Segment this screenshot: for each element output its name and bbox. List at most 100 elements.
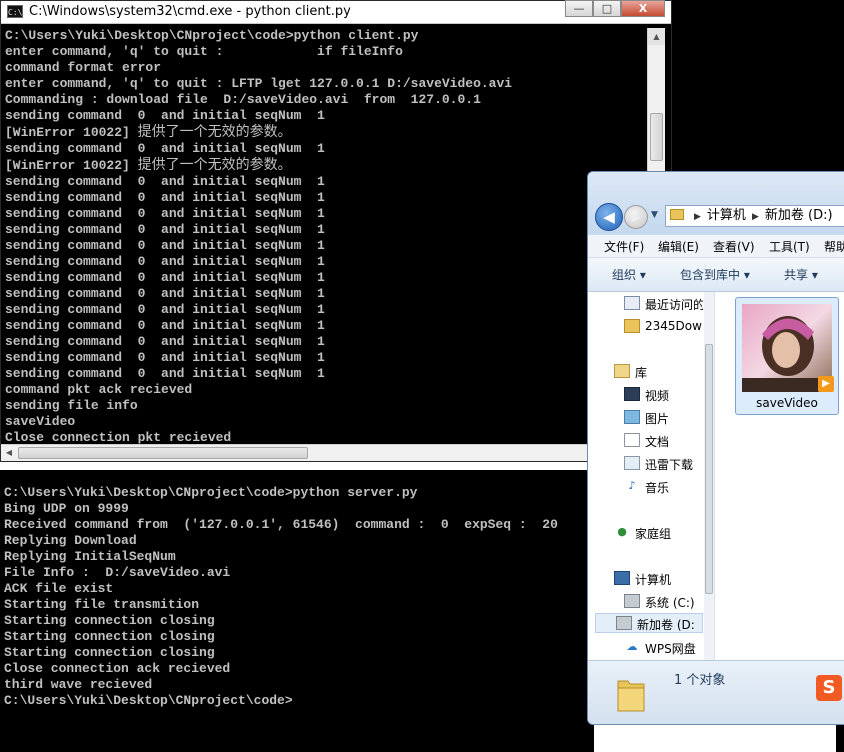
scroll-up-arrow-icon[interactable]: ▲ [648, 28, 665, 45]
console-line: Close connection pkt recieved [5, 430, 232, 444]
console-line: Commanding : download file D:/saveVideo.… [5, 92, 481, 107]
nav-item-recent-places[interactable]: 最近访问的 [588, 294, 703, 314]
breadcrumb-separator-icon[interactable]: ▶ [752, 212, 759, 222]
cmd-titlebar[interactable]: C:\ C:\Windows\system32\cmd.exe - python… [1, 0, 671, 24]
console-prompt[interactable]: C:\Users\Yuki\Desktop\CNproject\code> [4, 693, 558, 709]
nav-item-thunder-download[interactable]: 迅雷下载 [588, 454, 703, 474]
nav-item-label: 系统 (C:) [645, 596, 695, 610]
nav-item-computer[interactable]: 计算机 [588, 569, 703, 589]
desktop-background [672, 0, 844, 171]
nav-item-label: 新加卷 (D: [637, 618, 695, 632]
vertical-scroll-thumb[interactable] [650, 113, 663, 161]
nav-item-label: 视频 [645, 389, 670, 403]
menu-help[interactable]: 帮助 [824, 238, 844, 255]
console-line: sending command 0 and initial seqNum 1 [5, 141, 325, 156]
console-line: File Info : D:/saveVideo.avi [4, 565, 231, 580]
organize-button[interactable]: 组织 ▾ [612, 266, 646, 283]
console-line: sending command 0 and initial seqNum 1 [5, 270, 325, 285]
breadcrumb-separator-icon[interactable]: ▶ [694, 212, 701, 222]
nav-item-drive-d[interactable]: 新加卷 (D: [595, 613, 703, 633]
console-line: enter command, 'q' to quit : LFTP lget 1… [5, 76, 513, 91]
forward-arrow-icon[interactable]: ▶ [624, 205, 648, 229]
include-in-library-button[interactable]: 包含到库中 ▾ [680, 266, 750, 283]
console-line: Received command from ('127.0.0.1', 6154… [4, 517, 558, 532]
console-line: C:\Users\Yuki\Desktop\CNproject\code>pyt… [4, 485, 418, 500]
horizontal-scroll-thumb[interactable] [18, 447, 308, 459]
console-line: sending file info [5, 398, 138, 413]
thunder-download-icon [624, 456, 640, 470]
console-line: Replying Download [4, 533, 137, 548]
nav-item-wps-drive[interactable]: ☁ WPS网盘 [588, 638, 703, 658]
server-console-output[interactable]: C:\Users\Yuki\Desktop\CNproject\code>pyt… [4, 485, 558, 709]
client-console-output[interactable]: C:\Users\Yuki\Desktop\CNproject\code>pyt… [5, 28, 647, 444]
menu-view[interactable]: 查看(V) [713, 238, 755, 255]
console-line: ACK file exist [4, 581, 114, 596]
navigation-pane-scrollbar[interactable] [704, 292, 714, 660]
drive-c-icon [624, 594, 640, 608]
server-console-window[interactable]: C:\Users\Yuki\Desktop\CNproject\code>pyt… [0, 470, 594, 752]
documents-library-icon [624, 433, 640, 447]
address-bar[interactable]: ▶ 计算机 ▶ 新加卷 (D:) [665, 205, 844, 227]
menu-file[interactable]: 文件(F) [604, 238, 644, 255]
nav-item-pictures[interactable]: 图片 [588, 408, 703, 428]
cloud-drive-icon: ☁ [626, 640, 638, 653]
nav-item-libraries[interactable]: 库 [588, 362, 703, 382]
cmd-window[interactable]: C:\ C:\Windows\system32\cmd.exe - python… [0, 0, 672, 462]
folder-icon [670, 209, 684, 220]
console-line: sending command 0 and initial seqNum 1 [5, 254, 325, 269]
nav-item-label: 音乐 [645, 481, 670, 495]
console-line: sending command 0 and initial seqNum 1 [5, 174, 325, 189]
nav-item-documents[interactable]: 文档 [588, 431, 703, 451]
console-error-line: [WinError 10022] 提供了一个无效的参数。 [5, 157, 292, 173]
scroll-left-arrow-icon[interactable]: ◀ [1, 445, 17, 461]
nav-item-label: 家庭组 [635, 527, 672, 541]
cmd-window-title: C:\Windows\system32\cmd.exe - python cli… [29, 4, 351, 19]
navigation-pane[interactable]: 最近访问的 2345Dow 库 视频 图片 文档 迅雷下载 ♪ 音乐 ● 家庭组… [588, 292, 715, 660]
close-button[interactable]: X [621, 0, 665, 17]
nav-item-label: 最近访问的 [645, 298, 703, 312]
sogou-ime-icon[interactable]: S [816, 675, 842, 701]
command-toolbar: 组织 ▾ 包含到库中 ▾ 共享 ▾ [588, 258, 844, 292]
nav-item-label: WPS网盘 [645, 642, 696, 656]
nav-item-label: 图片 [645, 412, 670, 426]
object-count: 1 个对象 [674, 673, 726, 688]
nav-item-videos[interactable]: 视频 [588, 385, 703, 405]
horizontal-scrollbar[interactable]: ◀ [1, 444, 589, 461]
nav-item-homegroup[interactable]: ● 家庭组 [588, 523, 703, 543]
console-line: sending command 0 and initial seqNum 1 [5, 302, 325, 317]
minimize-button[interactable]: — [565, 0, 593, 17]
share-button[interactable]: 共享 ▾ [784, 266, 818, 283]
nav-item-label: 2345Dow [645, 319, 702, 333]
navigation-pane-scroll-thumb[interactable] [705, 344, 713, 594]
maximize-button[interactable]: □ [593, 0, 621, 17]
nav-item-2345download[interactable]: 2345Dow [588, 317, 703, 337]
nav-item-label: 文档 [645, 435, 670, 449]
file-item-savevideo[interactable]: ▶ saveVideo [735, 297, 839, 415]
nav-item-drive-c[interactable]: 系统 (C:) [588, 592, 703, 612]
drive-d-icon [616, 616, 632, 630]
homegroup-icon: ● [617, 525, 627, 538]
video-play-icon: ▶ [818, 376, 834, 392]
nav-item-music[interactable]: ♪ 音乐 [588, 477, 703, 497]
music-library-icon: ♪ [628, 479, 636, 492]
breadcrumb-drive-d[interactable]: 新加卷 (D:) [765, 208, 833, 223]
console-line: Replying InitialSeqNum [4, 549, 176, 564]
console-line: Starting connection closing [4, 645, 215, 660]
back-arrow-icon[interactable]: ◀ [595, 203, 623, 231]
console-line: saveVideo [5, 414, 76, 429]
explorer-window[interactable]: ◀ ▶ ▼ ▶ 计算机 ▶ 新加卷 (D:) 文件(F) 编辑(E) 查看(V) 工具… [587, 171, 844, 725]
console-line: enter command, 'q' to quit : if fileInfo [5, 44, 403, 59]
console-line: Starting connection closing [4, 613, 215, 628]
nav-item-label: 库 [635, 366, 648, 380]
console-line: sending command 0 and initial seqNum 1 [5, 334, 325, 349]
console-line: sending command 0 and initial seqNum 1 [5, 222, 325, 237]
breadcrumb-computer[interactable]: 计算机 [707, 208, 746, 223]
file-list-pane[interactable]: ▶ saveVideo [715, 292, 844, 660]
console-line: sending command 0 and initial seqNum 1 [5, 350, 325, 365]
cmd-icon[interactable]: C:\ [7, 5, 23, 18]
menu-edit[interactable]: 编辑(E) [658, 238, 699, 255]
menu-tools[interactable]: 工具(T) [769, 238, 810, 255]
file-name: saveVideo [756, 396, 818, 410]
recent-pages-chevron-down-icon[interactable]: ▼ [651, 210, 658, 220]
console-line: Close connection ack recieved [4, 661, 231, 676]
